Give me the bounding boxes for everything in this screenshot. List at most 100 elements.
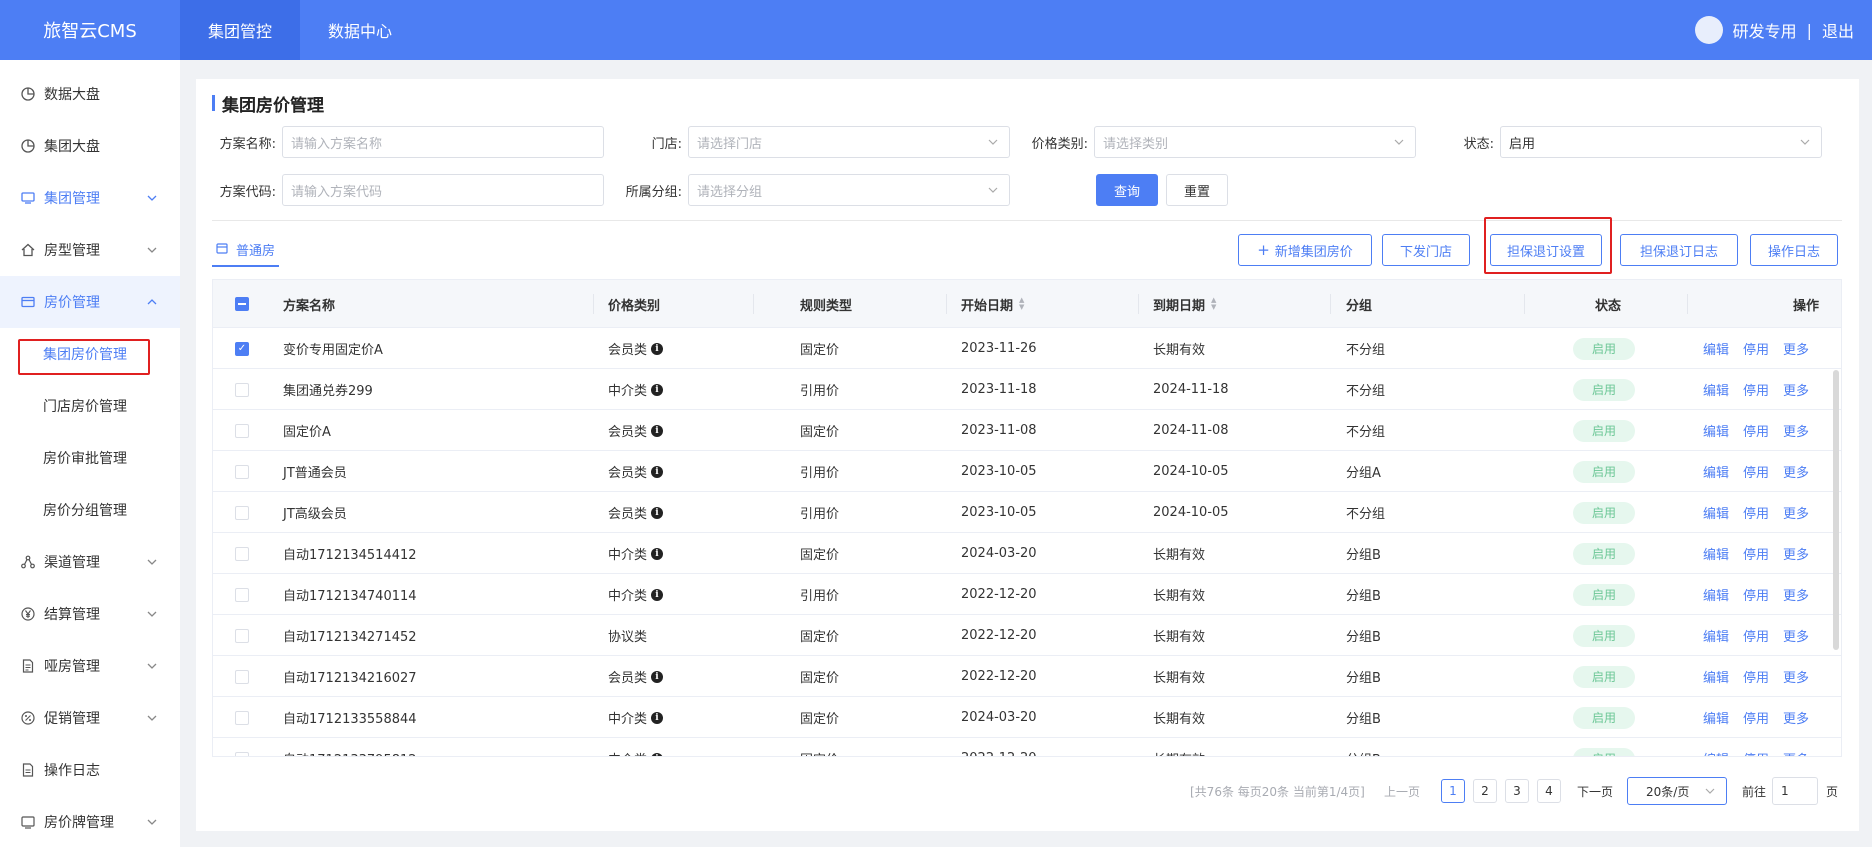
vertical-scrollbar[interactable] — [1833, 370, 1839, 650]
row-checkbox[interactable] — [235, 738, 249, 756]
disable-link[interactable]: 停用 — [1743, 667, 1769, 686]
edit-link[interactable]: 编辑 — [1703, 503, 1729, 522]
edit-link[interactable]: 编辑 — [1703, 339, 1729, 358]
page-3[interactable]: 3 — [1505, 777, 1529, 805]
edit-link[interactable]: 编辑 — [1703, 462, 1729, 481]
page-2[interactable]: 2 — [1473, 777, 1497, 805]
info-icon[interactable]: i — [651, 424, 664, 437]
more-link[interactable]: 更多 — [1783, 339, 1809, 358]
disable-link[interactable]: 停用 — [1743, 421, 1769, 440]
sidebar-sub-price-group[interactable]: 房价分组管理 — [0, 484, 180, 536]
sidebar-sub-store-price[interactable]: 门店房价管理 — [0, 380, 180, 432]
page-1[interactable]: 1 — [1441, 777, 1465, 805]
sidebar-item-operation-log[interactable]: 操作日志 — [0, 744, 180, 796]
disable-link[interactable]: 停用 — [1743, 339, 1769, 358]
plan-code-input[interactable]: 请输入方案代码 — [282, 174, 604, 206]
col-end-date[interactable]: 到期日期 ▲ ▼ — [1153, 280, 1216, 328]
page-4[interactable]: 4 — [1537, 777, 1561, 805]
table-row[interactable]: ✓ 变价专用固定价A 会员类 i 固定价 2023-11-26 长期有效 不分组 启用 编辑 停用更… — [213, 328, 1841, 369]
goto-page-input[interactable]: 1 — [1772, 777, 1818, 805]
more-link[interactable]: 更多 — [1783, 503, 1809, 522]
more-link[interactable]: 更多 — [1783, 708, 1809, 727]
operation-log-button[interactable]: 操作日志 — [1750, 234, 1838, 266]
disable-link[interactable]: 停用 — [1743, 380, 1769, 399]
avatar[interactable] — [1694, 16, 1723, 44]
table-row[interactable]: 自动1712133795812 中介类 i 固定价 2022-12-20 长期有效 分组B 启… — [213, 738, 1841, 756]
row-checkbox[interactable] — [235, 656, 249, 697]
more-link[interactable]: 更多 — [1783, 585, 1809, 604]
edit-link[interactable]: 编辑 — [1703, 544, 1729, 563]
row-checkbox[interactable] — [235, 615, 249, 656]
disable-link[interactable]: 停用 — [1743, 585, 1769, 604]
add-group-price-button[interactable]: + 新增集团房价 — [1238, 234, 1372, 266]
group-select[interactable]: 请选择分组 — [688, 174, 1010, 206]
info-icon[interactable]: i — [651, 711, 664, 724]
sidebar-item-group-dashboard[interactable]: 集团大盘 — [0, 120, 180, 172]
edit-link[interactable]: 编辑 — [1703, 380, 1729, 399]
disable-link[interactable]: 停用 — [1743, 749, 1769, 756]
sidebar-item-room-type[interactable]: 房型管理 — [0, 224, 180, 276]
row-checkbox[interactable]: ✓ — [235, 328, 249, 369]
more-link[interactable]: 更多 — [1783, 667, 1809, 686]
edit-link[interactable]: 编辑 — [1703, 585, 1729, 604]
table-row[interactable]: 集团通兑券299 中介类 i 引用价 2023-11-18 2024-11-18 不分组 启用… — [213, 369, 1841, 410]
logout-link[interactable]: 退出 — [1822, 18, 1854, 42]
sidebar-item-promotion[interactable]: 促销管理 — [0, 692, 180, 744]
edit-link[interactable]: 编辑 — [1703, 421, 1729, 440]
sidebar-item-dummy-room[interactable]: 哑房管理 — [0, 640, 180, 692]
info-icon[interactable]: i — [651, 383, 664, 396]
row-checkbox[interactable] — [235, 369, 249, 410]
topnav-data-center[interactable]: 数据中心 — [300, 0, 420, 60]
info-icon[interactable]: i — [651, 506, 664, 519]
sidebar-item-settlement[interactable]: 结算管理 — [0, 588, 180, 640]
more-link[interactable]: 更多 — [1783, 380, 1809, 399]
sidebar-item-group-management[interactable]: 集团管理 — [0, 172, 180, 224]
sidebar-sub-price-approval[interactable]: 房价审批管理 — [0, 432, 180, 484]
disable-link[interactable]: 停用 — [1743, 626, 1769, 645]
disable-link[interactable]: 停用 — [1743, 708, 1769, 727]
edit-link[interactable]: 编辑 — [1703, 667, 1729, 686]
topnav-group-control[interactable]: 集团管控 — [180, 0, 300, 60]
more-link[interactable]: 更多 — [1783, 749, 1809, 756]
next-page-button[interactable]: 下一页 — [1577, 777, 1613, 805]
guarantee-cancel-log-button[interactable]: 担保退订日志 — [1620, 234, 1738, 266]
row-checkbox[interactable] — [235, 451, 249, 492]
row-checkbox[interactable] — [235, 697, 249, 738]
user-name[interactable]: 研发专用 — [1733, 18, 1797, 42]
info-icon[interactable]: i — [651, 547, 664, 560]
dispatch-store-button[interactable]: 下发门店 — [1382, 234, 1470, 266]
select-all-checkbox[interactable] — [235, 280, 249, 328]
row-checkbox[interactable] — [235, 492, 249, 533]
reset-button[interactable]: 重置 — [1166, 174, 1228, 206]
disable-link[interactable]: 停用 — [1743, 462, 1769, 481]
row-checkbox[interactable] — [235, 410, 249, 451]
table-row[interactable]: JT高级会员 会员类 i 引用价 2023-10-05 2024-10-05 不分组 启用 编辑… — [213, 492, 1841, 533]
tab-normal-room[interactable]: 普通房 — [212, 234, 280, 267]
edit-link[interactable]: 编辑 — [1703, 708, 1729, 727]
table-row[interactable]: 自动1712134514412 中介类 i 固定价 2024-03-20 长期有效 分组B 启… — [213, 533, 1841, 574]
edit-link[interactable]: 编辑 — [1703, 749, 1729, 756]
info-icon[interactable]: i — [651, 670, 664, 683]
disable-link[interactable]: 停用 — [1743, 503, 1769, 522]
store-select[interactable]: 请选择门店 — [688, 126, 1010, 158]
table-row[interactable]: 自动1712134271452 协议类 固定价 2022-12-20 长期有效 分组B 启用… — [213, 615, 1841, 656]
plan-name-input[interactable]: 请输入方案名称 — [282, 126, 604, 158]
sort-icon[interactable]: ▲ ▼ — [1211, 297, 1216, 311]
sidebar-item-price-board[interactable]: 房价牌管理 — [0, 796, 180, 847]
row-checkbox[interactable] — [235, 533, 249, 574]
row-checkbox[interactable] — [235, 574, 249, 615]
sidebar-item-channel[interactable]: 渠道管理 — [0, 536, 180, 588]
col-start-date[interactable]: 开始日期 ▲ ▼ — [961, 280, 1024, 328]
sort-icon[interactable]: ▲ ▼ — [1019, 297, 1024, 311]
app-brand[interactable]: 旅智云CMS — [0, 17, 180, 43]
disable-link[interactable]: 停用 — [1743, 544, 1769, 563]
info-icon[interactable]: i — [651, 342, 664, 355]
table-row[interactable]: 自动1712134740114 中介类 i 引用价 2022-12-20 长期有效 分组B 启… — [213, 574, 1841, 615]
more-link[interactable]: 更多 — [1783, 626, 1809, 645]
table-row[interactable]: 自动1712134216027 会员类 i 固定价 2022-12-20 长期有效 分组B 启… — [213, 656, 1841, 697]
sidebar-item-room-price[interactable]: 房价管理 — [0, 276, 180, 328]
query-button[interactable]: 查询 — [1096, 174, 1158, 206]
status-select[interactable]: 启用 — [1500, 126, 1822, 158]
price-type-select[interactable]: 请选择类别 — [1094, 126, 1416, 158]
sidebar-sub-group-price[interactable]: 集团房价管理 — [0, 328, 180, 380]
